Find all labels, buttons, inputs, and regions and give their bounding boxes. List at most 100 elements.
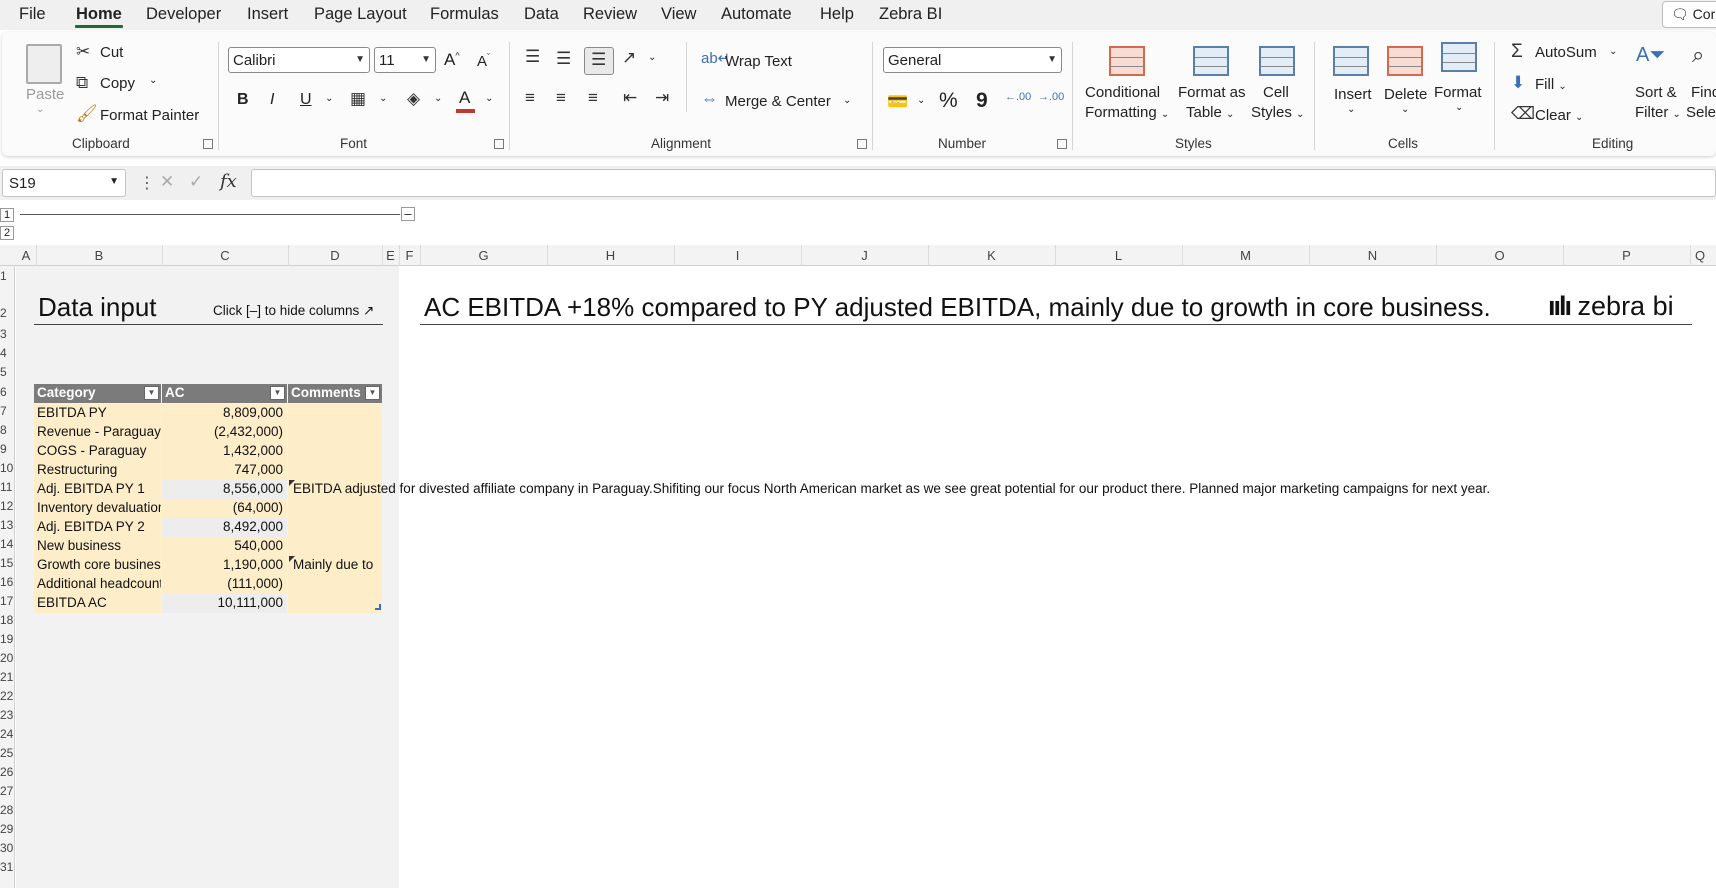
column-header[interactable]: E xyxy=(382,248,399,263)
chevron-down-icon[interactable]: ⌄ xyxy=(1401,104,1409,115)
column-header[interactable]: J xyxy=(801,248,928,263)
row-header[interactable]: 14 xyxy=(0,537,15,551)
cut-button[interactable]: Cut xyxy=(100,44,123,61)
row-header[interactable]: 9 xyxy=(0,442,15,456)
row-header[interactable]: 13 xyxy=(0,518,15,532)
table-cell-ac[interactable]: 540,000 xyxy=(162,537,287,556)
filter-dropdown-icon[interactable]: ▼ xyxy=(365,386,380,400)
chevron-down-icon[interactable]: ⌄ xyxy=(1347,104,1355,115)
row-header[interactable]: 15 xyxy=(0,556,15,570)
tab-view[interactable]: View xyxy=(661,5,696,24)
column-header[interactable]: I xyxy=(674,248,801,263)
table-cell-ac[interactable]: 10,111,000 xyxy=(162,594,287,613)
underline-button[interactable]: U xyxy=(300,91,312,109)
tab-zebra-bi[interactable]: Zebra BI xyxy=(879,5,942,24)
borders-dropdown-icon[interactable]: ⌄ xyxy=(379,93,387,104)
table-header-comments[interactable]: Comments ▼ xyxy=(288,384,382,403)
confirm-icon[interactable]: ✓ xyxy=(189,172,203,192)
row-header[interactable]: 11 xyxy=(0,480,15,494)
chevron-down-icon[interactable]: ⌄ xyxy=(1455,102,1463,113)
accounting-format-icon[interactable]: 💳 xyxy=(887,92,908,112)
number-format-select[interactable]: General ▼ xyxy=(883,47,1062,73)
copy-dropdown-icon[interactable]: ⌄ xyxy=(149,75,157,86)
conditional-formatting-button-line2[interactable]: Formatting ⌄ xyxy=(1085,104,1169,121)
formula-input[interactable] xyxy=(251,169,1716,197)
bold-button[interactable]: B xyxy=(237,91,249,109)
orientation-icon[interactable]: ↗ xyxy=(622,48,636,68)
italic-button[interactable]: I xyxy=(270,91,274,109)
table-cell-category[interactable]: Restructuring xyxy=(34,461,161,480)
table-cell-comment[interactable] xyxy=(288,404,382,423)
table-cell-category[interactable]: New business xyxy=(34,537,161,556)
table-cell-comment[interactable] xyxy=(288,518,382,537)
table-cell-category[interactable]: COGS - Paraguay xyxy=(34,442,161,461)
row-header[interactable]: 19 xyxy=(0,632,15,646)
underline-dropdown-icon[interactable]: ⌄ xyxy=(325,93,333,104)
fill-color-icon[interactable]: ◈ xyxy=(407,89,420,109)
table-cell-ac[interactable]: (2,432,000) xyxy=(162,423,287,442)
row-header[interactable]: 16 xyxy=(0,575,15,589)
autosum-dropdown-icon[interactable]: ⌄ xyxy=(1609,46,1617,57)
comma-button[interactable]: 9 xyxy=(976,89,988,113)
font-size-select[interactable]: 11 ▼ xyxy=(374,47,436,73)
shrink-font-button[interactable]: Aˇ xyxy=(477,52,490,70)
table-cell-comment[interactable] xyxy=(288,442,382,461)
row-header[interactable]: 30 xyxy=(0,841,15,855)
table-cell-comment[interactable] xyxy=(288,575,382,594)
orientation-dropdown-icon[interactable]: ⌄ xyxy=(648,52,656,63)
tab-help[interactable]: Help xyxy=(820,5,854,24)
table-cell-ac[interactable]: 8,492,000 xyxy=(162,518,287,537)
table-cell-category[interactable]: Adj. EBITDA PY 1 xyxy=(34,480,161,499)
table-cell-category[interactable]: Additional headcount xyxy=(34,575,161,594)
column-header[interactable]: A xyxy=(16,248,36,263)
tab-automate[interactable]: Automate xyxy=(721,5,792,24)
column-header[interactable]: L xyxy=(1055,248,1182,263)
merge-dropdown-icon[interactable]: ⌄ xyxy=(843,95,851,106)
decrease-indent-icon[interactable]: ⇤ xyxy=(623,88,637,108)
tab-insert[interactable]: Insert xyxy=(247,5,288,24)
row-header[interactable]: 10 xyxy=(0,461,15,475)
table-header-category[interactable]: Category ▼ xyxy=(34,384,161,403)
clipboard-launcher-icon[interactable] xyxy=(203,139,213,149)
outline-level-2-button[interactable]: 2 xyxy=(0,226,14,240)
clear-button[interactable]: Clear ⌄ xyxy=(1535,107,1583,124)
delete-cells-button[interactable]: Delete xyxy=(1384,86,1427,103)
row-header[interactable]: 17 xyxy=(0,594,15,608)
fill-color-dropdown-icon[interactable]: ⌄ xyxy=(434,93,442,104)
row-header[interactable]: 27 xyxy=(0,784,15,798)
table-cell-category[interactable]: EBITDA AC xyxy=(34,594,161,613)
align-center-icon[interactable]: ≡ xyxy=(556,88,566,108)
column-header[interactable]: H xyxy=(547,248,674,263)
format-as-table-button[interactable]: Format as xyxy=(1178,84,1246,101)
more-options-icon[interactable]: ⋮ xyxy=(139,173,155,193)
format-painter-button[interactable]: Format Painter xyxy=(100,107,199,124)
row-header[interactable]: 4 xyxy=(0,346,15,360)
column-header[interactable]: G xyxy=(420,248,547,263)
table-cell-category[interactable]: Revenue - Paraguay xyxy=(34,423,161,442)
paste-button[interactable]: Paste xyxy=(26,86,64,103)
outline-level-1-button[interactable]: 1 xyxy=(0,208,14,222)
row-header[interactable]: 1 xyxy=(0,269,15,283)
tab-page-layout[interactable]: Page Layout xyxy=(314,5,407,24)
copy-button[interactable]: Copy xyxy=(100,75,135,92)
column-header[interactable]: Q xyxy=(1690,248,1710,263)
increase-indent-icon[interactable]: ⇥ xyxy=(655,88,669,108)
collapse-group-button[interactable]: – xyxy=(401,207,415,221)
row-header[interactable]: 26 xyxy=(0,765,15,779)
format-as-table-button-line2[interactable]: Table ⌄ xyxy=(1186,104,1234,121)
sort-filter-button[interactable]: Sort & xyxy=(1635,84,1677,101)
cell-styles-button-line2[interactable]: Styles ⌄ xyxy=(1251,104,1304,121)
table-cell-ac[interactable]: 747,000 xyxy=(162,461,287,480)
row-header[interactable]: 21 xyxy=(0,670,15,684)
tab-file[interactable]: File xyxy=(19,5,46,24)
percent-button[interactable]: % xyxy=(939,89,958,113)
table-cell-ac[interactable]: 8,556,000 xyxy=(162,480,287,499)
tab-formulas[interactable]: Formulas xyxy=(430,5,499,24)
table-cell-category[interactable]: Adj. EBITDA PY 2 xyxy=(34,518,161,537)
font-color-dropdown-icon[interactable]: ⌄ xyxy=(485,93,493,104)
align-bottom-button[interactable]: ☰ xyxy=(584,47,614,75)
fill-button[interactable]: Fill ⌄ xyxy=(1535,76,1567,93)
table-header-ac[interactable]: AC ▼ xyxy=(162,384,287,403)
autosum-button[interactable]: AutoSum xyxy=(1535,44,1597,61)
row-header[interactable]: 24 xyxy=(0,727,15,741)
